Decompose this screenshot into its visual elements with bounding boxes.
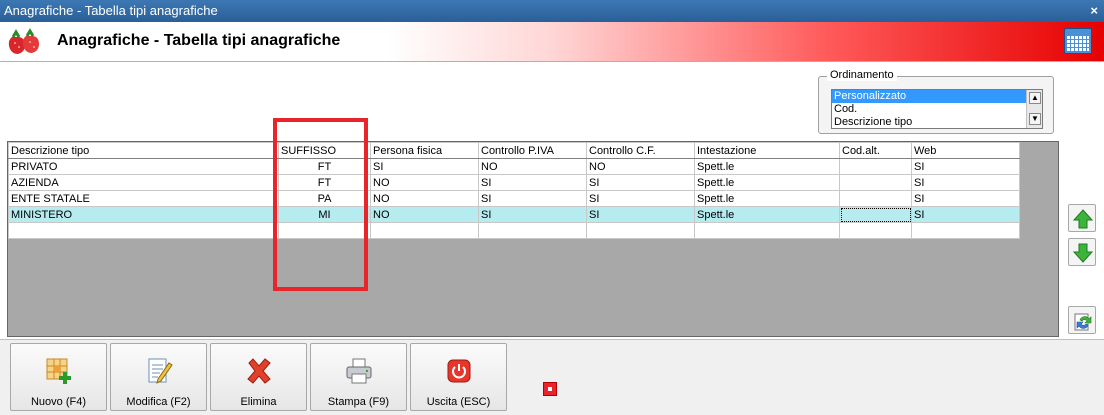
- table-cell[interactable]: PRIVATO: [8, 158, 279, 175]
- uscita-label: Uscita (ESC): [426, 396, 491, 408]
- strawberries-logo: [8, 28, 39, 54]
- stampa-button[interactable]: Stampa (F9): [310, 343, 407, 411]
- uscita-button[interactable]: Uscita (ESC): [410, 343, 507, 411]
- data-table: Descrizione tipo SUFFISSO Persona fisica…: [8, 142, 1020, 239]
- table-cell[interactable]: SI: [586, 174, 695, 191]
- table-cell[interactable]: SI: [370, 158, 479, 175]
- nuovo-label: Nuovo (F4): [30, 396, 87, 408]
- column-header[interactable]: Controllo P.IVA: [478, 142, 587, 159]
- ordinamento-option[interactable]: Personalizzato: [832, 90, 1026, 103]
- table-cell[interactable]: NO: [586, 158, 695, 175]
- scroll-down-icon[interactable]: ▼: [1029, 113, 1041, 125]
- table-cell[interactable]: SI: [911, 158, 1020, 175]
- nuovo-button[interactable]: Nuovo (F4): [10, 343, 107, 411]
- column-header[interactable]: Persona fisica: [370, 142, 479, 159]
- table-cell[interactable]: SI: [478, 190, 587, 207]
- scroll-up-icon[interactable]: ▲: [1029, 92, 1041, 104]
- table-cell[interactable]: [839, 174, 912, 191]
- table-cell[interactable]: NO: [370, 174, 479, 191]
- table-row[interactable]: ENTE STATALE PA NO SI SI Spett.le SI: [8, 190, 1020, 207]
- edit-document-icon: [148, 358, 173, 384]
- table-cell[interactable]: Spett.le: [694, 158, 840, 175]
- window-titlebar: Anagrafiche - Tabella tipi anagrafiche ×: [0, 0, 1104, 22]
- table-cell[interactable]: Spett.le: [694, 190, 840, 207]
- stampa-label: Stampa (F9): [327, 396, 390, 408]
- modifica-label: Modifica (F2): [126, 396, 191, 408]
- ordinamento-option[interactable]: Descrizione tipo: [832, 116, 1026, 129]
- column-header[interactable]: SUFFISSO: [278, 142, 371, 159]
- table-cell[interactable]: SI: [586, 190, 695, 207]
- column-header[interactable]: Descrizione tipo: [8, 142, 279, 159]
- refresh-icon: [1074, 313, 1092, 331]
- page-title: Anagrafiche - Tabella tipi anagrafiche: [57, 32, 341, 49]
- table-cell[interactable]: SI: [911, 206, 1020, 223]
- table-cell[interactable]: PA: [278, 190, 371, 207]
- table-cell[interactable]: FT: [278, 158, 371, 175]
- elimina-label: Elimina: [240, 396, 277, 408]
- move-up-button[interactable]: [1068, 204, 1096, 232]
- refresh-button[interactable]: [1068, 306, 1096, 334]
- table-cell[interactable]: SI: [911, 190, 1020, 207]
- listbox-scrollbar[interactable]: ▲ ▼: [1026, 90, 1042, 128]
- column-header[interactable]: Web: [911, 142, 1020, 159]
- bottom-toolbar: Nuovo (F4) Modifica (F2) Elimina Stampa …: [0, 340, 1104, 415]
- table-cell[interactable]: Spett.le: [694, 174, 840, 191]
- status-indicator-icon: [543, 382, 557, 396]
- ordinamento-group: Ordinamento Personalizzato Cod. Descrizi…: [818, 69, 1054, 134]
- table-cell[interactable]: NO: [478, 158, 587, 175]
- table-header-row: Descrizione tipo SUFFISSO Persona fisica…: [8, 142, 1020, 159]
- column-header[interactable]: Intestazione: [694, 142, 840, 159]
- table-row[interactable]: AZIENDA FT NO SI SI Spett.le SI: [8, 174, 1020, 191]
- table-cell[interactable]: AZIENDA: [8, 174, 279, 191]
- table-cell[interactable]: SI: [586, 206, 695, 223]
- move-down-button[interactable]: [1068, 238, 1096, 266]
- table-row[interactable]: PRIVATO FT SI NO NO Spett.le SI: [8, 158, 1020, 175]
- delete-x-icon: [247, 358, 271, 384]
- page-header: Anagrafiche - Tabella tipi anagrafiche: [0, 22, 1104, 62]
- table-cell[interactable]: [839, 190, 912, 207]
- elimina-button[interactable]: Elimina: [210, 343, 307, 411]
- table-cell[interactable]: SI: [478, 174, 587, 191]
- arrow-up-icon: [1072, 209, 1094, 229]
- table-row-selected[interactable]: MINISTERO MI NO SI SI Spett.le SI: [8, 206, 1020, 223]
- ordinamento-legend: Ordinamento: [827, 69, 897, 81]
- column-header[interactable]: Cod.alt.: [839, 142, 912, 159]
- table-cell[interactable]: NO: [370, 206, 479, 223]
- ordinamento-option[interactable]: Cod.: [832, 103, 1026, 116]
- table-cell[interactable]: Spett.le: [694, 206, 840, 223]
- close-icon[interactable]: ×: [1090, 0, 1098, 22]
- new-grid-icon: [46, 358, 71, 384]
- table-cell[interactable]: SI: [911, 174, 1020, 191]
- table-cell[interactable]: NO: [370, 190, 479, 207]
- table-cell[interactable]: SI: [478, 206, 587, 223]
- modifica-button[interactable]: Modifica (F2): [110, 343, 207, 411]
- power-exit-icon: [447, 359, 471, 383]
- table-cell[interactable]: MI: [278, 206, 371, 223]
- arrow-down-icon: [1072, 243, 1094, 263]
- tipi-anagrafiche-grid: Descrizione tipo SUFFISSO Persona fisica…: [7, 141, 1059, 337]
- calendar-icon[interactable]: [1064, 28, 1092, 54]
- table-cell[interactable]: FT: [278, 174, 371, 191]
- column-header[interactable]: Controllo C.F.: [586, 142, 695, 159]
- window-title: Anagrafiche - Tabella tipi anagrafiche: [4, 3, 218, 18]
- table-cell-focused[interactable]: [839, 206, 912, 223]
- table-cell[interactable]: ENTE STATALE: [8, 190, 279, 207]
- table-cell[interactable]: [839, 158, 912, 175]
- table-cell[interactable]: MINISTERO: [8, 206, 279, 223]
- table-row-empty[interactable]: [8, 222, 1020, 239]
- printer-icon: [346, 358, 372, 384]
- ordinamento-listbox[interactable]: Personalizzato Cod. Descrizione tipo ▲ ▼: [831, 89, 1043, 129]
